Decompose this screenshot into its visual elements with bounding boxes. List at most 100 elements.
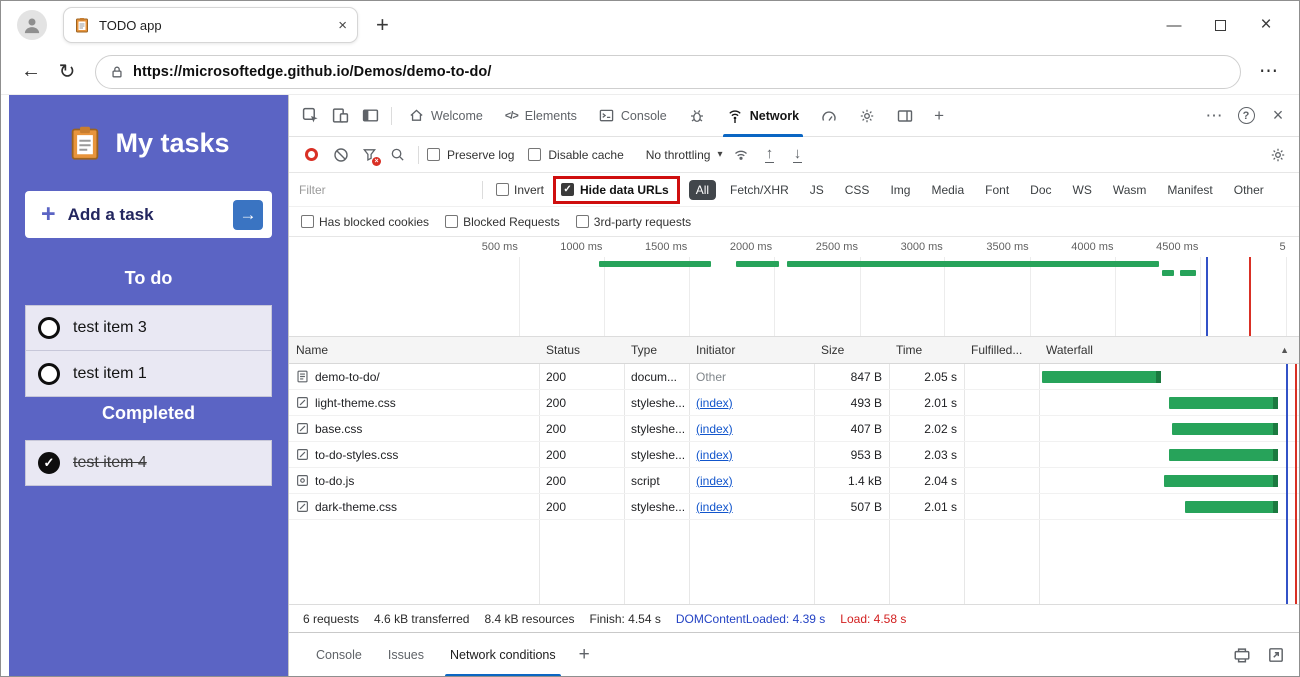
tab-sources-debugger[interactable] — [678, 95, 716, 137]
drawer-add-tab-button[interactable]: + — [579, 644, 590, 666]
tab-elements[interactable]: </> Elements — [494, 95, 588, 137]
export-har-icon[interactable]: ↑ — [756, 142, 782, 168]
filter-type-other[interactable]: Other — [1227, 180, 1271, 200]
record-network-log-button[interactable] — [305, 148, 318, 161]
completed-section-header: Completed — [101, 403, 195, 423]
drawer-tab-console[interactable]: Console — [303, 633, 375, 677]
help-icon[interactable]: ? — [1231, 101, 1261, 131]
completed-checkbox[interactable]: ✓ — [38, 452, 60, 474]
devtools-more-icon[interactable]: ⋯ — [1199, 101, 1229, 131]
todo-app-header: My tasks — [25, 125, 272, 161]
throttling-dropdown[interactable]: No throttling ▾ — [638, 148, 727, 162]
home-icon — [410, 109, 423, 121]
back-button[interactable]: ← — [13, 54, 49, 90]
request-size: 493 B — [850, 395, 882, 410]
device-emulation-icon[interactable] — [325, 101, 355, 131]
column-header-type[interactable]: Type — [624, 343, 689, 357]
todo-item[interactable]: test item 3 — [25, 305, 272, 351]
column-header-size[interactable]: Size — [814, 343, 889, 357]
request-row[interactable]: to-do-styles.css 200 styleshe... (index)… — [289, 442, 1299, 468]
request-row[interactable]: dark-theme.css 200 styleshe... (index) 5… — [289, 494, 1299, 520]
filter-type-manifest[interactable]: Manifest — [1160, 180, 1219, 200]
timeline-tick-label: 1500 ms — [645, 241, 688, 253]
tab-layout[interactable] — [886, 95, 924, 137]
devtools-close-icon[interactable]: × — [1263, 101, 1293, 131]
gear-icon — [860, 109, 874, 122]
tab-application[interactable] — [848, 95, 886, 137]
tab-welcome[interactable]: Welcome — [398, 95, 494, 137]
initiator-link[interactable]: (index) — [696, 396, 733, 410]
sort-asc-icon: ▲ — [1280, 345, 1289, 355]
has-blocked-cookies-checkbox[interactable] — [301, 215, 314, 228]
tab-close-icon[interactable]: × — [338, 17, 347, 34]
maximize-button[interactable] — [1197, 4, 1243, 46]
network-conditions-icon[interactable] — [728, 142, 754, 168]
filter-type-img[interactable]: Img — [883, 180, 917, 200]
request-row[interactable]: base.css 200 styleshe... (index) 407 B 2… — [289, 416, 1299, 442]
request-row[interactable]: to-do.js 200 script (index) 1.4 kB 2.04 … — [289, 468, 1299, 494]
focus-panel-icon[interactable] — [355, 101, 385, 131]
column-header-initiator[interactable]: Initiator — [689, 343, 814, 357]
expand-drawer-icon[interactable] — [1267, 646, 1285, 664]
filter-input[interactable] — [299, 182, 469, 197]
search-icon[interactable] — [384, 142, 410, 168]
blocked-requests-checkbox[interactable] — [445, 215, 459, 228]
tab-console[interactable]: Console — [588, 95, 678, 137]
drawer-tab-issues[interactable]: Issues — [375, 633, 437, 677]
filter-type-media[interactable]: Media — [924, 180, 971, 200]
submit-task-button[interactable]: → — [233, 199, 263, 230]
network-filter-bar: Invert ✓ Hide data URLs All Fetch/XHR JS… — [289, 173, 1299, 207]
import-har-icon[interactable]: ↓ — [784, 142, 810, 168]
filter-type-fetch-xhr[interactable]: Fetch/XHR — [723, 180, 796, 200]
filter-type-doc[interactable]: Doc — [1023, 180, 1058, 200]
filter-type-font[interactable]: Font — [978, 180, 1016, 200]
window-close-button[interactable]: × — [1243, 4, 1289, 46]
completed-item[interactable]: ✓ test item 4 — [25, 440, 272, 486]
tab-console-label: Console — [620, 108, 667, 123]
refresh-button[interactable]: ↻ — [49, 54, 85, 90]
request-row[interactable]: demo-to-do/ 200 docum... Other 847 B 2.0… — [289, 364, 1299, 390]
column-header-waterfall[interactable]: Waterfall ▲ — [1039, 343, 1299, 357]
feedback-icon[interactable] — [1233, 646, 1251, 664]
todo-item-label: test item 3 — [73, 319, 147, 336]
filter-icon[interactable]: × — [356, 142, 382, 168]
clear-network-log-icon[interactable] — [328, 142, 354, 168]
filter-type-wasm[interactable]: Wasm — [1106, 180, 1154, 200]
new-tab-button[interactable]: + — [376, 12, 389, 38]
todo-checkbox[interactable] — [38, 317, 60, 339]
profile-avatar[interactable] — [17, 10, 47, 40]
disable-cache-checkbox[interactable] — [528, 148, 542, 161]
filter-type-ws[interactable]: WS — [1066, 180, 1099, 200]
column-header-name[interactable]: Name — [289, 343, 539, 357]
minimize-button[interactable]: — — [1151, 4, 1197, 46]
column-header-status[interactable]: Status — [539, 343, 624, 357]
drawer-tab-network-conditions[interactable]: Network conditions — [437, 633, 569, 676]
hide-data-urls-checkbox[interactable]: ✓ — [561, 183, 575, 196]
browser-menu-icon[interactable]: ⋯ — [1251, 60, 1287, 83]
network-settings-icon[interactable] — [1265, 142, 1291, 168]
column-header-time[interactable]: Time — [889, 343, 964, 357]
filter-type-all[interactable]: All — [688, 179, 717, 200]
preserve-log-checkbox[interactable] — [427, 148, 440, 161]
add-task-button[interactable]: + Add a task → — [25, 191, 272, 238]
column-header-fulfilled[interactable]: Fulfilled... — [964, 343, 1039, 357]
third-party-requests-checkbox[interactable] — [575, 215, 589, 228]
todo-item[interactable]: test item 1 — [25, 351, 272, 397]
tab-network[interactable]: Network — [716, 95, 810, 137]
invert-checkbox[interactable] — [496, 183, 509, 196]
inspect-element-icon[interactable] — [295, 101, 325, 131]
initiator-link[interactable]: (index) — [696, 500, 733, 514]
request-row[interactable]: light-theme.css 200 styleshe... (index) … — [289, 390, 1299, 416]
more-tabs-button[interactable]: + — [924, 101, 954, 131]
initiator-link[interactable]: (index) — [696, 422, 733, 436]
tab-performance[interactable] — [810, 95, 848, 137]
initiator-link[interactable]: (index) — [696, 448, 733, 462]
todo-checkbox[interactable] — [38, 362, 60, 385]
browser-tab[interactable]: TODO app × — [63, 7, 358, 43]
filter-type-js[interactable]: JS — [803, 180, 831, 200]
address-bar[interactable]: https://microsoftedge.github.io/Demos/de… — [95, 54, 1241, 89]
initiator-link[interactable]: (index) — [696, 474, 733, 488]
filter-type-css[interactable]: CSS — [838, 180, 877, 200]
network-overview-timeline[interactable]: 500 ms 1000 ms 1500 ms 2000 ms 2500 ms 3… — [289, 237, 1299, 337]
stylesheet-icon — [297, 501, 308, 512]
